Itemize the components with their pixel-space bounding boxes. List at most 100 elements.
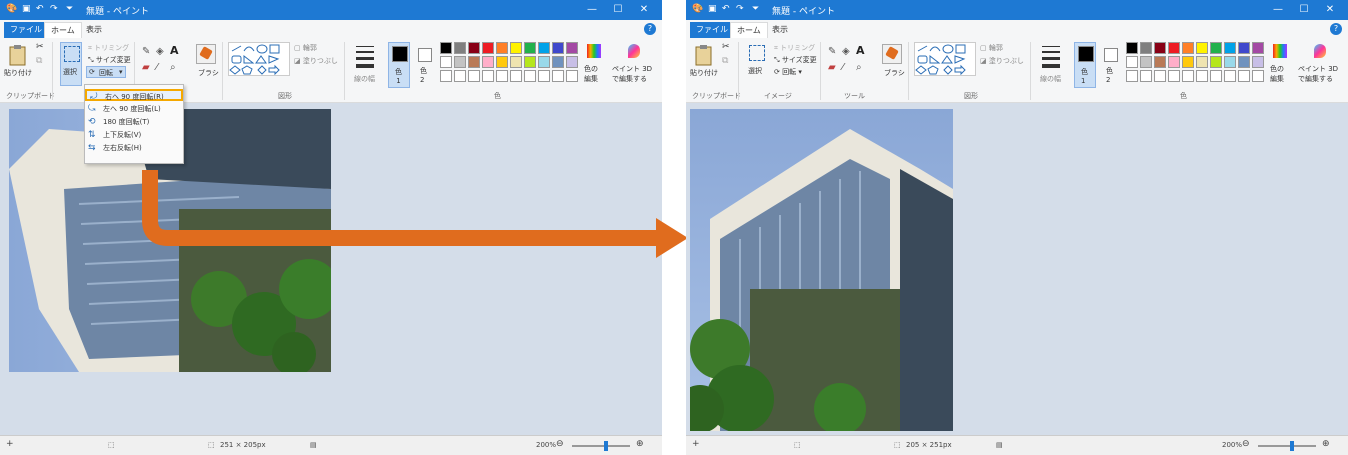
help-icon[interactable]: ? (644, 23, 656, 35)
tab-file[interactable]: ファイル (690, 22, 734, 38)
color-swatch[interactable] (1154, 70, 1166, 82)
color-swatch[interactable] (1126, 70, 1138, 82)
paste-button[interactable]: 貼り付け (4, 42, 32, 82)
zoom-slider-thumb[interactable] (1290, 441, 1294, 451)
fill-button[interactable]: ◪ 塗りつぶし (980, 56, 1024, 66)
save-icon[interactable]: ▣ (708, 4, 717, 14)
color-swatch[interactable] (524, 42, 536, 54)
color-swatch[interactable] (1140, 56, 1152, 68)
resize-button[interactable]: ⤡ サイズ変更 (774, 55, 817, 65)
color-swatch[interactable] (510, 42, 522, 54)
color-swatch[interactable] (454, 42, 466, 54)
fill-bucket-icon[interactable]: ◈ (842, 46, 850, 57)
redo-icon[interactable]: ↷ (50, 4, 58, 14)
fill-button[interactable]: ◪ 塗りつぶし (294, 56, 338, 66)
close-button[interactable]: ✕ (1316, 2, 1344, 18)
fill-bucket-icon[interactable]: ◈ (156, 46, 164, 57)
color-swatch[interactable] (468, 56, 480, 68)
eraser-icon[interactable]: ▰ (142, 62, 150, 73)
customize-qat-icon[interactable]: ⏷ (66, 4, 73, 14)
edit-colors-button[interactable]: 色の 編集 (584, 42, 604, 88)
color-swatch[interactable] (1140, 42, 1152, 54)
color-swatch[interactable] (482, 56, 494, 68)
select-button[interactable]: 選択 (60, 42, 82, 86)
undo-icon[interactable]: ↶ (36, 4, 44, 14)
color-swatch[interactable] (1154, 56, 1166, 68)
trim-button[interactable]: ⌗ トリミング (774, 43, 815, 53)
color-swatch[interactable] (566, 56, 578, 68)
maximize-button[interactable]: ☐ (604, 2, 632, 18)
color-swatch[interactable] (1126, 42, 1138, 54)
shapes-gallery[interactable] (914, 42, 976, 76)
color-swatch[interactable] (468, 70, 480, 82)
color-swatch[interactable] (482, 42, 494, 54)
color-swatch[interactable] (440, 70, 452, 82)
shapes-gallery[interactable] (228, 42, 290, 76)
pencil-icon[interactable]: ✎ (142, 46, 150, 57)
zoom-out-button[interactable]: ⊖ (1242, 439, 1250, 449)
color-swatch[interactable] (1224, 42, 1236, 54)
color1-button[interactable]: 色 1 (388, 42, 410, 88)
color-swatch[interactable] (1196, 56, 1208, 68)
cut-icon[interactable]: ✂ (36, 42, 44, 52)
minimize-button[interactable]: — (578, 2, 606, 18)
color-swatch[interactable] (538, 56, 550, 68)
color-swatch[interactable] (1182, 42, 1194, 54)
help-icon[interactable]: ? (1330, 23, 1342, 35)
brush-button[interactable]: ブラシ (194, 42, 219, 86)
text-icon[interactable]: A (856, 44, 865, 57)
color-swatch[interactable] (440, 42, 452, 54)
brush-button[interactable]: ブラシ (880, 42, 905, 86)
color-swatch[interactable] (1224, 70, 1236, 82)
color-swatch[interactable] (566, 42, 578, 54)
zoom-slider[interactable] (1258, 445, 1316, 447)
outline-button[interactable]: ▢ 輪郭 (980, 43, 1003, 53)
color-swatch[interactable] (1252, 56, 1264, 68)
paste-button[interactable]: 貼り付け (690, 42, 718, 82)
paint3d-button[interactable]: ペイント 3D で編集する (1298, 42, 1344, 88)
color-swatch[interactable] (510, 70, 522, 82)
tab-file[interactable]: ファイル (4, 22, 48, 38)
color-swatch[interactable] (1196, 70, 1208, 82)
eraser-icon[interactable]: ▰ (828, 62, 836, 73)
color-swatch[interactable] (538, 42, 550, 54)
zoom-out-button[interactable]: ⊖ (556, 439, 564, 449)
color-swatch[interactable] (1182, 56, 1194, 68)
pencil-icon[interactable]: ✎ (828, 46, 836, 57)
color-swatch[interactable] (524, 70, 536, 82)
color1-button[interactable]: 色 1 (1074, 42, 1096, 88)
paint3d-button[interactable]: ペイント 3D で編集する (612, 42, 658, 88)
color-swatch[interactable] (496, 56, 508, 68)
color-swatch[interactable] (1238, 56, 1250, 68)
magnifier-icon[interactable]: ⌕ (856, 62, 862, 73)
color-swatch[interactable] (454, 70, 466, 82)
color-swatch[interactable] (468, 42, 480, 54)
line-width-button[interactable]: 線の幅 (350, 42, 380, 86)
rotate-button[interactable]: ⟳ 回転 ▾ (86, 66, 126, 78)
color-swatch[interactable] (552, 42, 564, 54)
tab-home[interactable]: ホーム (44, 22, 82, 39)
redo-icon[interactable]: ↷ (736, 4, 744, 14)
color-swatch[interactable] (1210, 42, 1222, 54)
rotate-button[interactable]: ⟳ 回転 ▾ (774, 67, 802, 77)
resize-button[interactable]: ⤡ サイズ変更 (88, 55, 131, 65)
color-swatch[interactable] (1168, 56, 1180, 68)
copy-icon[interactable]: ⧉ (36, 56, 42, 66)
line-width-button[interactable]: 線の幅 (1036, 42, 1066, 86)
color-swatch[interactable] (1252, 70, 1264, 82)
zoom-slider-thumb[interactable] (604, 441, 608, 451)
menu-item-rotate-left-90[interactable]: ⤿ 左へ 90 度回転(L) (85, 103, 183, 115)
edit-colors-button[interactable]: 色の 編集 (1270, 42, 1290, 88)
color2-button[interactable]: 色 2 (1100, 42, 1120, 88)
canvas-area[interactable] (686, 103, 1348, 435)
copy-icon[interactable]: ⧉ (722, 56, 728, 66)
color-swatch[interactable] (482, 70, 494, 82)
color-swatch[interactable] (538, 70, 550, 82)
color-swatch[interactable] (1210, 70, 1222, 82)
color-swatch[interactable] (1196, 42, 1208, 54)
magnifier-icon[interactable]: ⌕ (170, 62, 176, 73)
color-swatch[interactable] (1210, 56, 1222, 68)
color-picker-icon[interactable]: ⁄ (156, 62, 158, 73)
save-icon[interactable]: ▣ (22, 4, 31, 14)
minimize-button[interactable]: — (1264, 2, 1292, 18)
